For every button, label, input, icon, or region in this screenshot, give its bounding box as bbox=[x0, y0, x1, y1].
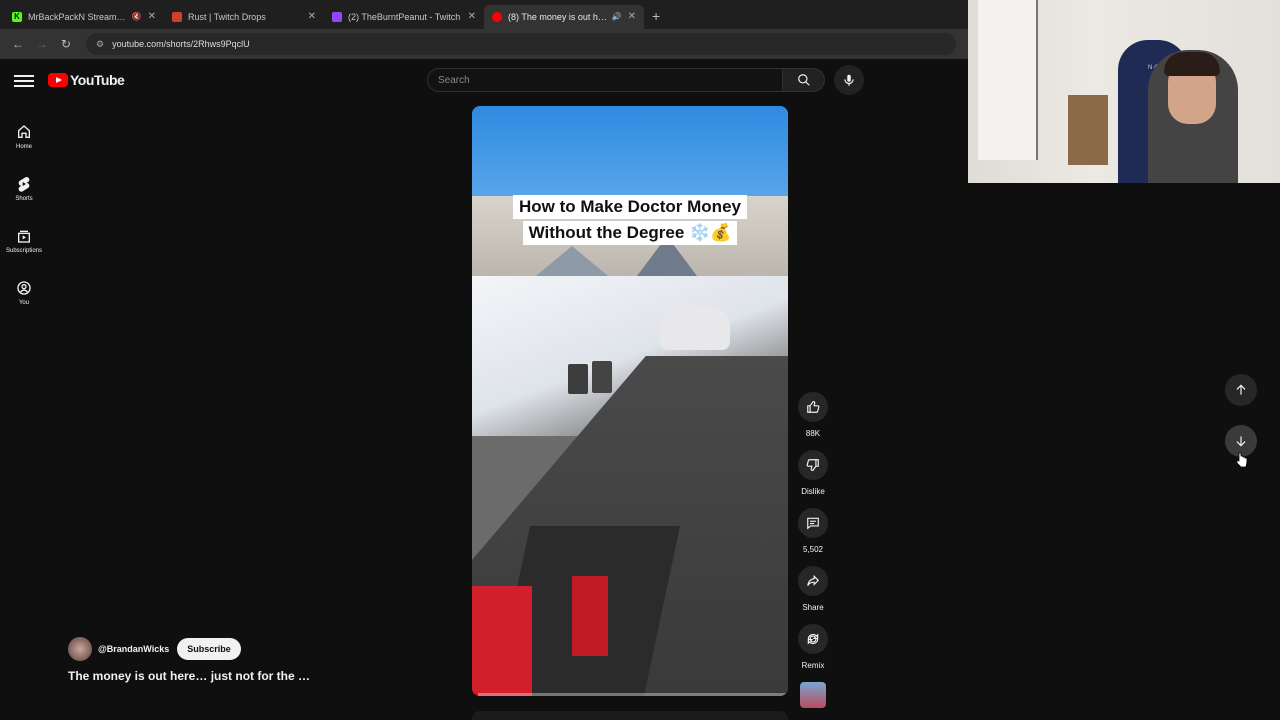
video-trash-bin bbox=[568, 364, 588, 394]
webcam-streamer-hair bbox=[1164, 52, 1220, 76]
side-navigation: Home Shorts Subscriptions You bbox=[0, 111, 48, 319]
tab-title: Rust | Twitch Drops bbox=[188, 11, 266, 22]
sound-source-thumbnail[interactable] bbox=[800, 682, 826, 708]
youtube-favicon-icon bbox=[492, 11, 502, 22]
sidebar-item-subscriptions[interactable]: Subscriptions bbox=[0, 215, 48, 267]
previous-short-button[interactable] bbox=[1225, 374, 1257, 406]
you-icon bbox=[17, 281, 31, 295]
rust-favicon-icon bbox=[172, 11, 182, 22]
channel-info: @BrandanWicks Subscribe bbox=[68, 637, 241, 661]
sidebar-item-label: Home bbox=[15, 144, 32, 150]
comment-icon bbox=[807, 517, 819, 530]
channel-handle[interactable]: @BrandanWicks bbox=[98, 644, 169, 654]
close-tab-icon[interactable]: ✕ bbox=[308, 11, 316, 22]
reload-button[interactable]: ↻ bbox=[56, 34, 76, 54]
dislike-label: Dislike bbox=[801, 487, 825, 496]
video-red-object bbox=[472, 586, 532, 696]
channel-avatar[interactable] bbox=[68, 637, 92, 661]
sidebar-item-you[interactable]: You bbox=[0, 267, 48, 319]
hand-cursor-icon bbox=[1236, 452, 1248, 473]
comment-count: 5,502 bbox=[802, 545, 824, 554]
hamburger-menu-icon[interactable] bbox=[14, 72, 34, 88]
browser-tabstrip: K MrBackPackN Stream - Wa 🔇 ✕ Rust | Twi… bbox=[0, 0, 968, 29]
address-bar[interactable]: ⚙ youtube.com/shorts/2Rhws9PqclU bbox=[86, 33, 956, 55]
webcam-overlay: N·GEN bbox=[968, 0, 1280, 183]
new-tab-button[interactable]: + bbox=[652, 8, 660, 24]
share-button[interactable]: Share bbox=[796, 566, 830, 612]
url-text: youtube.com/shorts/2Rhws9PqclU bbox=[112, 39, 250, 49]
remix-label: Remix bbox=[801, 661, 825, 670]
webcam-furniture bbox=[1068, 95, 1108, 165]
like-button-circle bbox=[798, 392, 828, 422]
next-short-preview bbox=[472, 711, 788, 720]
thumbs-up-icon bbox=[807, 401, 820, 413]
home-icon bbox=[18, 125, 30, 138]
like-count: 88K bbox=[805, 429, 821, 438]
video-red-object bbox=[572, 576, 608, 656]
site-info-icon[interactable]: ⚙ bbox=[96, 39, 104, 50]
browser-tab[interactable]: (2) TheBurntPeanut - Twitch ✕ bbox=[324, 5, 484, 29]
arrow-up-icon bbox=[1236, 384, 1246, 395]
twitch-favicon-icon bbox=[332, 11, 342, 22]
share-label: Share bbox=[802, 603, 824, 612]
subscribe-button[interactable]: Subscribe bbox=[177, 638, 241, 660]
speaker-icon[interactable]: 🔊 bbox=[612, 12, 622, 21]
close-tab-icon[interactable]: ✕ bbox=[148, 11, 156, 22]
close-tab-icon[interactable]: ✕ bbox=[468, 11, 476, 22]
tab-title: (2) TheBurntPeanut - Twitch bbox=[348, 11, 461, 22]
tab-title: MrBackPackN Stream - Wa bbox=[28, 11, 128, 22]
back-button[interactable]: ← bbox=[8, 34, 28, 54]
browser-toolbar: ← → ↻ ⚙ youtube.com/shorts/2Rhws9PqclU bbox=[0, 29, 968, 59]
tab-title: (8) The money is out here... bbox=[508, 11, 608, 22]
short-title[interactable]: The money is out here… just not for the … bbox=[68, 669, 310, 683]
forward-button[interactable]: → bbox=[32, 34, 52, 54]
dislike-button[interactable]: Dislike bbox=[796, 450, 830, 496]
thumbs-down-icon bbox=[806, 459, 819, 471]
sidebar-item-shorts[interactable]: Shorts bbox=[0, 163, 48, 215]
webcam-door bbox=[978, 0, 1038, 160]
browser-tab[interactable]: K MrBackPackN Stream - Wa 🔇 ✕ bbox=[4, 5, 164, 29]
sidebar-item-home[interactable]: Home bbox=[0, 111, 48, 163]
logo-text: YouTube bbox=[70, 72, 125, 88]
browser-tab-active[interactable]: (8) The money is out here... 🔊 ✕ bbox=[484, 4, 644, 29]
search-button[interactable] bbox=[783, 68, 825, 92]
search-input[interactable]: Search bbox=[427, 68, 783, 92]
microphone-icon bbox=[844, 74, 854, 86]
search-icon bbox=[797, 74, 810, 86]
video-progress-fill bbox=[472, 693, 479, 696]
close-tab-icon[interactable]: ✕ bbox=[628, 11, 636, 22]
youtube-page: YouTube Search Home Shorts Subscriptions bbox=[0, 59, 968, 720]
sidebar-item-label: Subscriptions bbox=[5, 248, 43, 254]
share-icon bbox=[807, 574, 820, 586]
like-button[interactable]: 88K bbox=[796, 392, 830, 438]
comments-button-circle bbox=[798, 508, 828, 538]
muted-speaker-icon[interactable]: 🔇 bbox=[132, 12, 142, 21]
short-video-player[interactable]: How to Make Doctor Money Without the Deg… bbox=[472, 106, 788, 696]
remix-button[interactable]: Remix bbox=[796, 624, 830, 670]
voice-search-button[interactable] bbox=[834, 65, 864, 95]
short-actions: 88K Dislike 5,502 Share Remix bbox=[796, 392, 830, 708]
video-trash-bin bbox=[592, 361, 612, 393]
remix-button-circle bbox=[798, 624, 828, 654]
kick-favicon-icon: K bbox=[12, 11, 22, 22]
caption-line: How to Make Doctor Money bbox=[513, 195, 747, 219]
comments-button[interactable]: 5,502 bbox=[796, 508, 830, 554]
subscriptions-icon bbox=[18, 230, 30, 243]
browser-tab[interactable]: Rust | Twitch Drops ✕ bbox=[164, 5, 324, 29]
sidebar-item-label: Shorts bbox=[15, 196, 33, 202]
shorts-icon bbox=[18, 176, 30, 192]
search-placeholder: Search bbox=[438, 74, 470, 86]
sidebar-item-label: You bbox=[18, 300, 30, 306]
remix-icon bbox=[807, 633, 819, 645]
screen: K MrBackPackN Stream - Wa 🔇 ✕ Rust | Twi… bbox=[0, 0, 1280, 720]
dislike-button-circle bbox=[798, 450, 828, 480]
video-caption: How to Make Doctor Money Without the Deg… bbox=[472, 194, 788, 246]
video-progress-bar[interactable] bbox=[472, 693, 788, 696]
youtube-logo[interactable]: YouTube bbox=[48, 72, 125, 88]
share-button-circle bbox=[798, 566, 828, 596]
caption-line: Without the Degree ❄️💰 bbox=[522, 221, 738, 245]
youtube-play-icon bbox=[48, 73, 68, 87]
arrow-down-icon bbox=[1236, 436, 1246, 447]
video-car bbox=[660, 306, 730, 350]
